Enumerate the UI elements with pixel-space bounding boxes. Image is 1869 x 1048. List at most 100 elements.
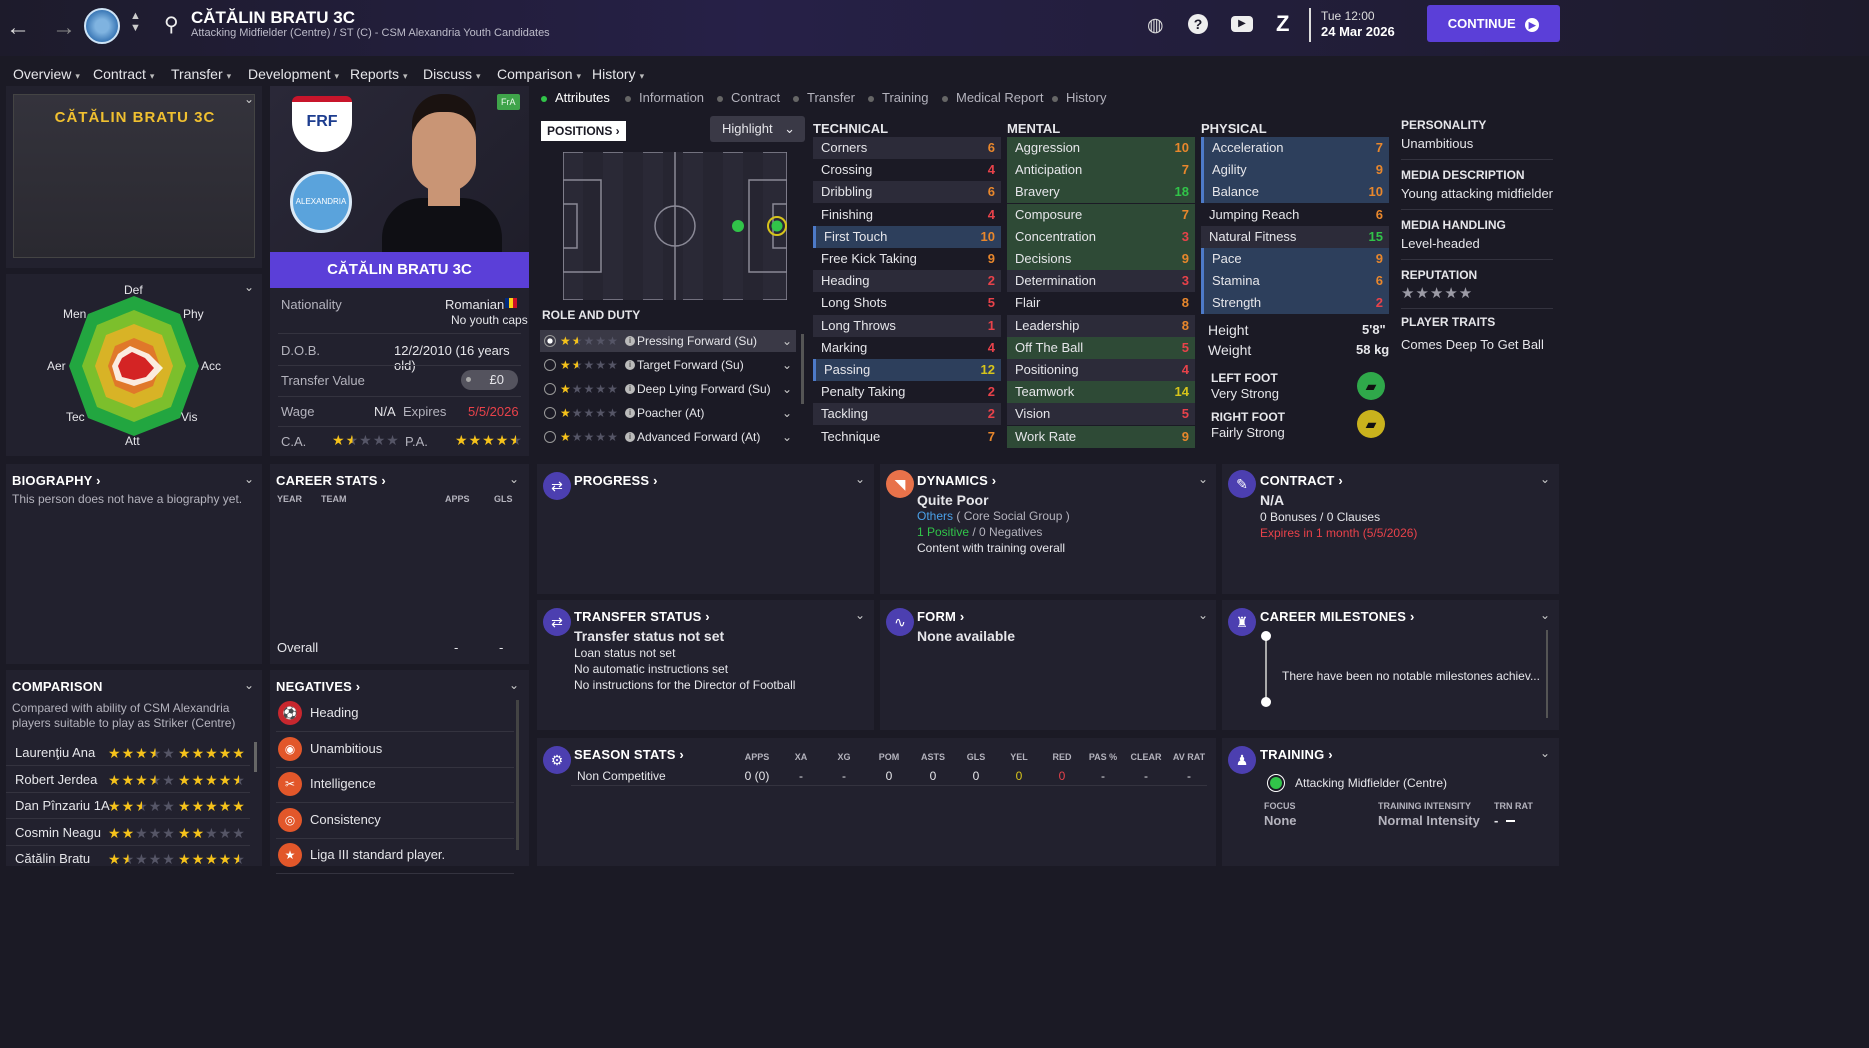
biography-header[interactable]: BIOGRAPHY ›: [12, 473, 101, 488]
attribute-row-off-the-ball[interactable]: Off The Ball 5: [1007, 336, 1195, 359]
training-role[interactable]: Attacking Midfielder (Centre): [1295, 776, 1447, 790]
progress-header[interactable]: PROGRESS ›: [574, 473, 658, 488]
training-header[interactable]: TRAINING ›: [1260, 747, 1333, 762]
zone-icon[interactable]: Z: [1276, 11, 1289, 37]
highlight-dropdown[interactable]: Highlight ⌄: [710, 116, 805, 142]
info-icon[interactable]: i: [625, 432, 635, 442]
nav-contract[interactable]: Contract ▾: [93, 66, 154, 82]
attribute-row-tackling[interactable]: Tackling 2: [813, 403, 1001, 426]
info-icon[interactable]: i: [625, 408, 635, 418]
attribute-row-penalty-taking[interactable]: Penalty Taking 2: [813, 381, 1001, 403]
attribute-row-balance[interactable]: Balance 10: [1201, 181, 1389, 204]
attribute-row-dribbling[interactable]: Dribbling 6: [813, 181, 1001, 204]
radio-icon[interactable]: [544, 431, 556, 443]
role-item[interactable]: ★★★★★ i Poacher (At) ⌄: [540, 402, 796, 424]
back-icon[interactable]: ←: [6, 14, 30, 42]
negative-item[interactable]: ⚽ Heading: [276, 698, 514, 732]
attribute-row-long-throws[interactable]: Long Throws 1: [813, 314, 1001, 337]
career-stats-header[interactable]: CAREER STATS ›: [276, 473, 386, 488]
club-switch-icon[interactable]: ▲ ▼: [130, 10, 141, 34]
attribute-row-first-touch[interactable]: First Touch 10: [813, 225, 1001, 248]
positions-header[interactable]: POSITIONS ›: [541, 121, 626, 141]
negatives-scrollbar[interactable]: [516, 700, 519, 850]
comparison-row[interactable]: Robert Jerdea ★★★★★ ★★★★★: [6, 767, 250, 793]
chevron-down-icon[interactable]: ⌄: [782, 378, 792, 400]
chevron-down-icon[interactable]: ⌄: [782, 330, 792, 352]
attribute-row-marking[interactable]: Marking 4: [813, 337, 1001, 359]
globe-icon[interactable]: ◍: [1147, 14, 1164, 37]
comparison-header[interactable]: COMPARISON: [12, 679, 103, 694]
attribute-row-anticipation[interactable]: Anticipation 7: [1007, 159, 1195, 182]
chevron-down-icon[interactable]: ⌄: [1198, 609, 1208, 621]
chevron-down-icon[interactable]: ⌄: [855, 473, 865, 485]
attribute-row-decisions[interactable]: Decisions 9: [1007, 248, 1195, 270]
radio-icon[interactable]: [544, 359, 556, 371]
negative-item[interactable]: ✂ Intelligence: [276, 769, 514, 803]
info-icon[interactable]: i: [625, 360, 635, 370]
transfer-value-pill[interactable]: £0: [461, 370, 518, 390]
dynamics-header[interactable]: DYNAMICS ›: [917, 473, 996, 488]
role-item[interactable]: ★★★★★ i Deep Lying Forward (Su) ⌄: [540, 378, 796, 400]
continue-button[interactable]: CONTINUE ▶: [1427, 5, 1560, 42]
attribute-row-natural-fitness[interactable]: Natural Fitness 15: [1201, 225, 1389, 248]
info-icon[interactable]: i: [625, 336, 635, 346]
attribute-row-stamina[interactable]: Stamina 6: [1201, 270, 1389, 293]
negative-item[interactable]: ★ Liga III standard player.: [276, 840, 514, 874]
attribute-row-positioning[interactable]: Positioning 4: [1007, 359, 1195, 381]
radio-icon[interactable]: [544, 383, 556, 395]
chevron-down-icon[interactable]: ⌄: [782, 354, 792, 376]
contract-header[interactable]: CONTRACT ›: [1260, 473, 1343, 488]
role-item[interactable]: ★★★★★ i Advanced Forward (At) ⌄: [540, 426, 796, 448]
attribute-row-heading[interactable]: Heading 2: [813, 270, 1001, 293]
chevron-down-icon[interactable]: ⌄: [782, 402, 792, 424]
comparison-row[interactable]: Cătălin Bratu ★★★★★ ★★★★★: [6, 846, 250, 866]
nav-comparison[interactable]: Comparison ▾: [497, 66, 581, 82]
negative-item[interactable]: ◎ Consistency: [276, 805, 514, 839]
attribute-row-crossing[interactable]: Crossing 4: [813, 159, 1001, 181]
role-scrollbar[interactable]: [801, 334, 804, 404]
nav-history[interactable]: History ▾: [592, 66, 644, 82]
radio-icon[interactable]: [544, 407, 556, 419]
role-item[interactable]: ★★★★★ i Target Forward (Su) ⌄: [540, 354, 796, 376]
tab-attributes[interactable]: Attributes: [541, 90, 610, 105]
attribute-row-technique[interactable]: Technique 7: [813, 426, 1001, 448]
transfer-status-header[interactable]: TRANSFER STATUS ›: [574, 609, 710, 624]
chevron-down-icon[interactable]: ⌄: [509, 473, 519, 485]
attribute-row-corners[interactable]: Corners 6: [813, 137, 1001, 159]
attribute-row-agility[interactable]: Agility 9: [1201, 159, 1389, 182]
attribute-row-teamwork[interactable]: Teamwork 14: [1007, 381, 1195, 404]
help-icon[interactable]: ?: [1188, 14, 1208, 34]
attribute-row-flair[interactable]: Flair 8: [1007, 292, 1195, 314]
attribute-row-passing[interactable]: Passing 12: [813, 359, 1001, 381]
attribute-row-aggression[interactable]: Aggression 10: [1007, 137, 1195, 159]
milestones-scrollbar[interactable]: [1546, 630, 1548, 718]
chevron-down-icon[interactable]: ⌄: [782, 426, 792, 448]
attribute-row-jumping-reach[interactable]: Jumping Reach 6: [1201, 204, 1389, 226]
nav-discuss[interactable]: Discuss ▾: [423, 66, 481, 82]
search-icon[interactable]: ⚲: [164, 12, 179, 37]
social-group-link[interactable]: Others: [917, 509, 953, 523]
attribute-row-pace[interactable]: Pace 9: [1201, 248, 1389, 270]
chevron-down-icon[interactable]: ⌄: [1198, 473, 1208, 485]
comparison-row[interactable]: Cosmin Neagu ★★★★★ ★★★★★: [6, 820, 250, 846]
forward-icon[interactable]: →: [52, 14, 76, 42]
club-logo[interactable]: [84, 8, 120, 44]
tab-training[interactable]: Training: [868, 90, 928, 105]
role-item[interactable]: ★★★★★ i Pressing Forward (Su) ⌄: [540, 330, 796, 352]
attribute-row-finishing[interactable]: Finishing 4: [813, 204, 1001, 226]
milestones-header[interactable]: CAREER MILESTONES ›: [1260, 609, 1415, 624]
tab-contract[interactable]: Contract: [717, 90, 780, 105]
attribute-row-composure[interactable]: Composure 7: [1007, 203, 1195, 226]
season-row[interactable]: [571, 766, 1207, 786]
attribute-row-acceleration[interactable]: Acceleration 7: [1201, 137, 1389, 159]
negative-item[interactable]: ◉ Unambitious: [276, 734, 514, 768]
comparison-scrollbar[interactable]: [254, 742, 257, 772]
nav-development[interactable]: Development ▾: [248, 66, 339, 82]
attribute-row-strength[interactable]: Strength 2: [1201, 292, 1389, 315]
comparison-row[interactable]: Laurenţiu Ana ★★★★★ ★★★★★: [6, 740, 250, 766]
tab-transfer[interactable]: Transfer: [793, 90, 855, 105]
video-icon[interactable]: ▶: [1231, 16, 1253, 32]
attribute-row-concentration[interactable]: Concentration 3: [1007, 225, 1195, 248]
tab-medical-report[interactable]: Medical Report: [942, 90, 1043, 105]
chevron-down-icon[interactable]: ⌄: [244, 679, 254, 691]
